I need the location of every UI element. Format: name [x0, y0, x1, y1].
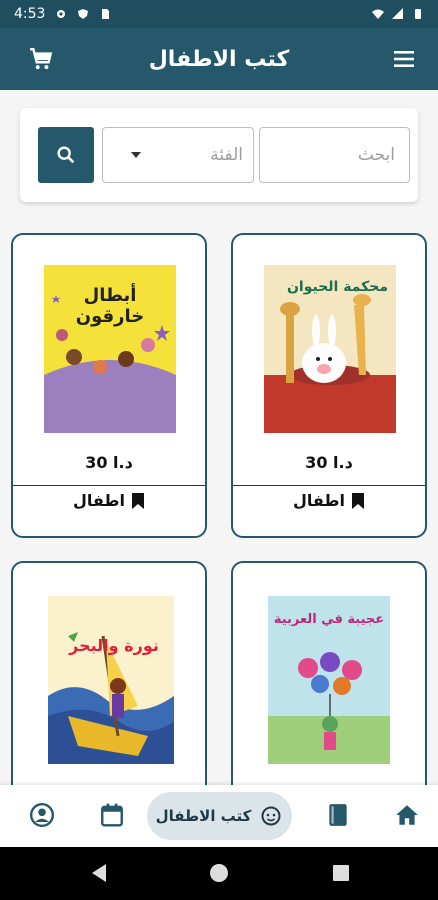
search-placeholder: ابحث	[357, 145, 395, 165]
book-card[interactable]: أبطال خارقون 30 د.ا اطفال	[11, 233, 207, 538]
page-title: كتب الاطفال	[148, 46, 290, 72]
shield-icon	[78, 9, 89, 19]
book-cover-title: عجيبة في العربية	[273, 612, 385, 627]
book-card[interactable]: عجيبة في العربية	[231, 561, 427, 811]
status-bar: 4:53	[0, 0, 438, 28]
cart-icon[interactable]	[28, 46, 54, 72]
recents-icon[interactable]	[332, 864, 350, 882]
book-category[interactable]: اطفال	[13, 491, 205, 510]
card-divider	[13, 485, 205, 486]
book-cover: عجيبة في العربية	[268, 596, 390, 764]
book-price: 30 د.ا	[85, 453, 133, 472]
settings-icon	[57, 10, 66, 18]
book-card[interactable]: محكمة الحيوان 30 د.ا اطفال	[231, 233, 427, 538]
book-category[interactable]: اطفال	[233, 491, 425, 510]
book-cover-title: محكمة الحيوان	[286, 279, 388, 295]
category-select[interactable]: الفئة	[102, 127, 254, 183]
profile-icon[interactable]	[29, 802, 55, 828]
app-bar: كتب الاطفال	[0, 28, 438, 90]
search-icon	[57, 146, 75, 164]
back-icon[interactable]	[90, 863, 108, 883]
system-navigation-bar	[0, 847, 438, 900]
search-input[interactable]: ابحث	[259, 127, 410, 183]
book-cover-title: نورة والبحر	[69, 636, 159, 655]
nav-active-label: كتب الاطفال	[155, 807, 252, 825]
battery-icon	[415, 9, 421, 19]
book-card[interactable]: نورة والبحر	[11, 561, 207, 811]
sim-card-icon	[102, 9, 110, 19]
bottom-navigation: كتب الاطفال	[0, 785, 438, 847]
bookmark-icon	[351, 492, 364, 509]
card-divider	[233, 485, 425, 486]
bookmark-icon	[131, 492, 144, 509]
search-panel: الفئة ابحث	[20, 108, 418, 202]
nav-item-kids-books[interactable]: كتب الاطفال	[147, 792, 292, 840]
book-cover-title: أبطال خارقون	[75, 285, 145, 327]
dropdown-arrow-icon	[131, 152, 141, 158]
book-cover: نورة والبحر	[48, 596, 174, 764]
book-cover: أبطال خارقون	[44, 265, 176, 433]
book-cover: محكمة الحيوان	[264, 265, 396, 433]
book-category-label: اطفال	[73, 491, 125, 510]
calendar-icon[interactable]	[99, 802, 125, 828]
book-category-label: اطفال	[293, 491, 345, 510]
category-placeholder: الفئة	[210, 145, 243, 165]
home-icon[interactable]	[394, 802, 420, 828]
menu-icon[interactable]	[392, 48, 416, 70]
book-icon[interactable]	[325, 802, 351, 828]
kid-face-icon	[261, 806, 281, 826]
home-button-icon[interactable]	[209, 863, 229, 883]
book-price: 30 د.ا	[305, 453, 353, 472]
status-time: 4:53	[14, 6, 46, 22]
search-button[interactable]	[38, 127, 94, 183]
wifi-icon	[372, 9, 384, 19]
signal-icon	[392, 8, 403, 19]
